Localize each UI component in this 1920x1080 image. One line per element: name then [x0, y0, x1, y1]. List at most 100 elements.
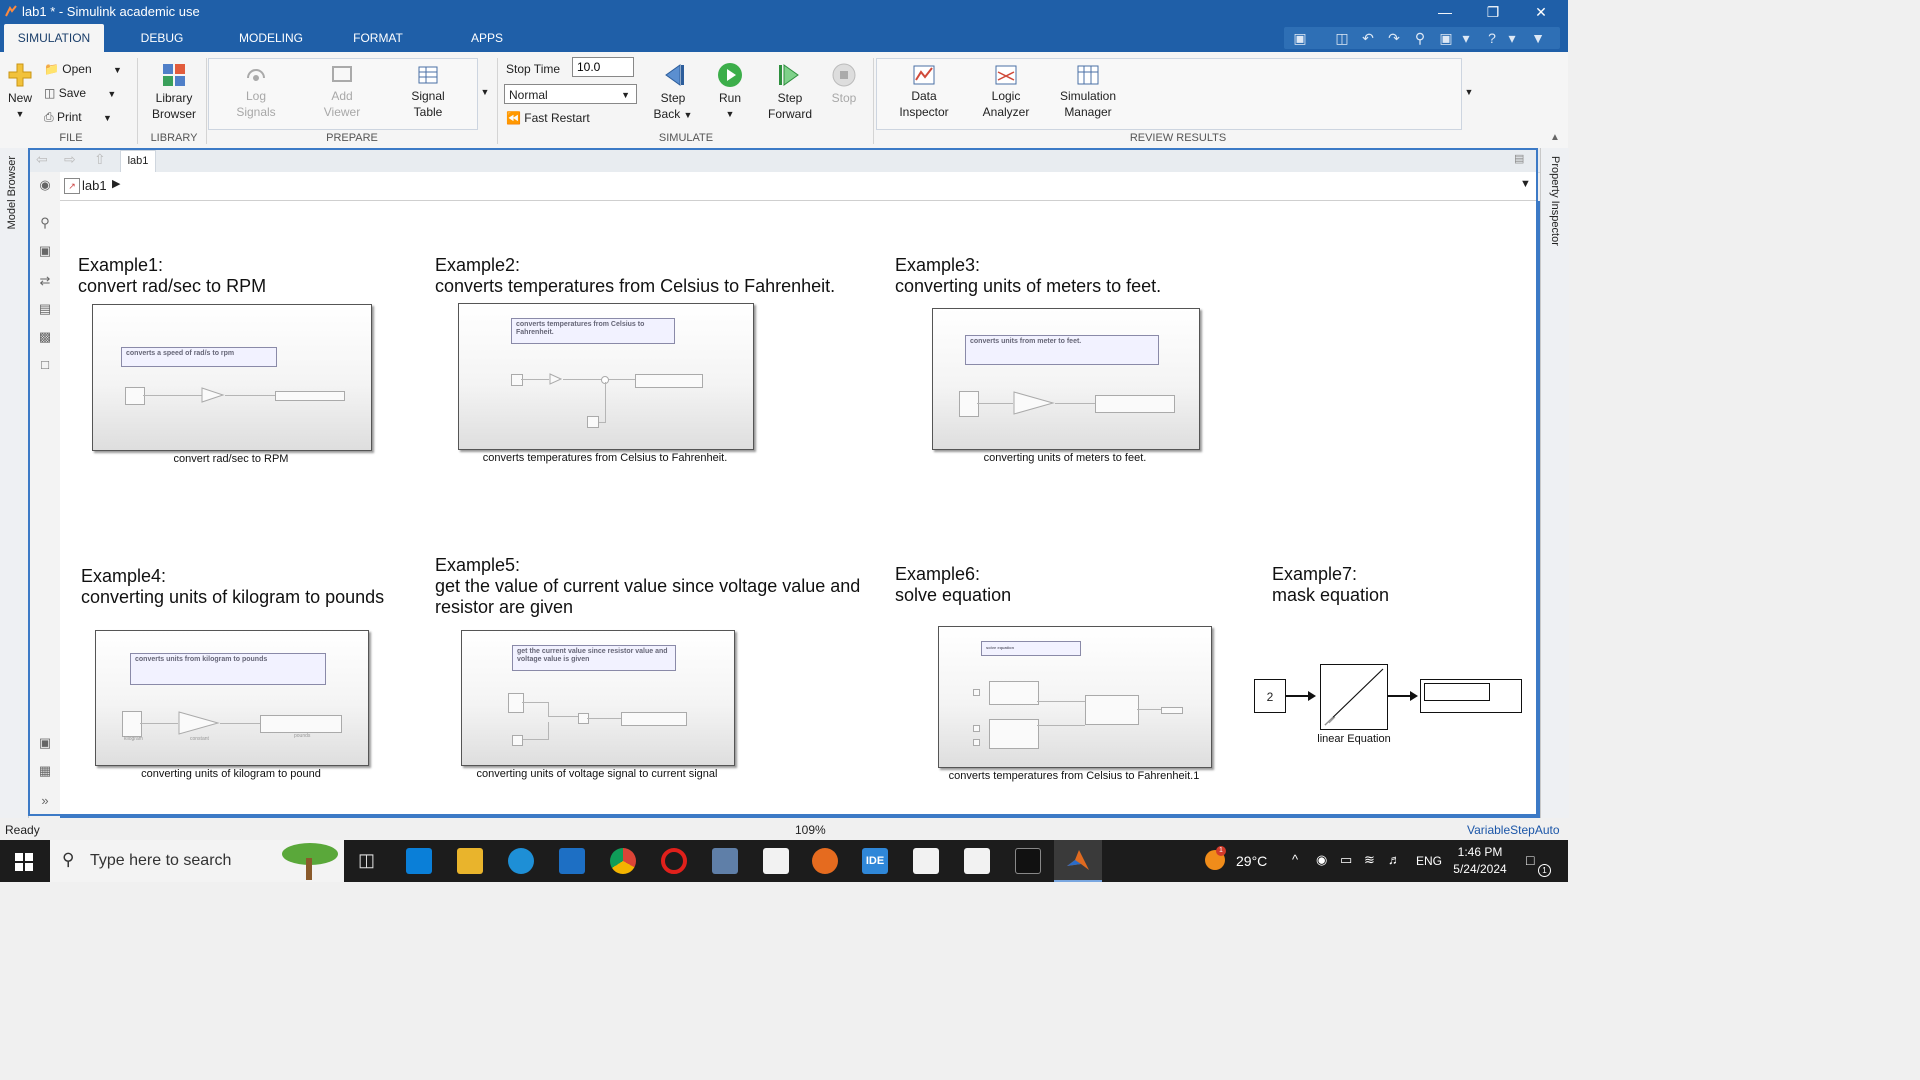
linear-equation-block[interactable]	[1320, 664, 1388, 730]
battery-icon[interactable]: ▭	[1340, 852, 1352, 868]
up-arrow-icon[interactable]: ⇧	[94, 151, 106, 168]
breadcrumb-arrow-icon[interactable]: ▶	[112, 177, 120, 190]
signal-table-button[interactable]: Signal Table	[398, 64, 458, 120]
arrange-icon[interactable]: ⇄	[36, 272, 54, 290]
redo-icon[interactable]: ↷	[1386, 30, 1402, 46]
document-icon[interactable]	[913, 848, 939, 874]
data-inspector-button[interactable]: Data Inspector	[892, 64, 956, 120]
store-icon[interactable]	[406, 848, 432, 874]
tab-simulation[interactable]: SIMULATION	[4, 24, 104, 52]
log-signals-button[interactable]: Log Signals	[226, 64, 286, 120]
fit-view-icon[interactable]: ▣	[36, 242, 54, 260]
fast-restart-icon: ⏪	[506, 111, 521, 125]
restore-button[interactable]: ❐	[1470, 0, 1516, 24]
library-browser-button[interactable]: Library Browser	[146, 62, 202, 122]
tab-format[interactable]: FORMAT	[345, 24, 411, 52]
step-forward-button[interactable]: Step Forward	[762, 62, 818, 122]
add-viewer-button[interactable]: Add Viewer	[312, 64, 372, 120]
print-button[interactable]: ⎙ Print ▼	[44, 108, 112, 126]
chevron-down-icon[interactable]: ▾	[1504, 30, 1520, 46]
prepare-gallery-expand-icon[interactable]: ▼	[478, 84, 492, 100]
language-indicator[interactable]: ENG	[1416, 854, 1442, 868]
tab-modeling[interactable]: MODELING	[232, 24, 310, 52]
ide-icon[interactable]: IDE	[862, 848, 888, 874]
opera-icon[interactable]	[661, 848, 687, 874]
hide-explorer-icon[interactable]: ◉	[36, 176, 54, 194]
weather-temperature[interactable]: 29°C	[1236, 853, 1267, 869]
tab-debug[interactable]: DEBUG	[130, 24, 194, 52]
model-canvas[interactable]: Example1: convert rad/sec to RPM convert…	[60, 201, 1540, 818]
image-icon[interactable]: ▩	[36, 328, 54, 346]
run-button[interactable]: Run ▼	[706, 62, 754, 122]
taskbar-search[interactable]: ⚲ Type here to search	[50, 840, 344, 882]
media-icon[interactable]	[812, 848, 838, 874]
volume-icon[interactable]: ♬	[1388, 852, 1401, 867]
terminal-icon[interactable]	[1015, 848, 1041, 874]
search-icon[interactable]: ⚲	[1412, 30, 1428, 46]
subsystem-block[interactable]: converts temperatures from Celsius to Fa…	[458, 303, 754, 450]
monitor-icon[interactable]: ▣	[1292, 30, 1308, 46]
find-icon[interactable]: ▣	[1438, 30, 1454, 46]
close-button[interactable]: ✕	[1518, 0, 1564, 24]
zoom-icon[interactable]: ⚲	[36, 214, 54, 232]
edge-icon[interactable]	[508, 848, 534, 874]
document-icon[interactable]	[763, 848, 789, 874]
document-icon[interactable]	[964, 848, 990, 874]
collapse-toolstrip-icon[interactable]: ▲	[1548, 130, 1562, 146]
constant-block[interactable]: 2	[1254, 679, 1286, 713]
model-browser-tab[interactable]: Model Browser	[6, 156, 18, 229]
subsystem-block[interactable]: solve equation	[938, 626, 1212, 768]
review-gallery-expand-icon[interactable]: ▼	[1462, 84, 1476, 100]
simulation-mode-select[interactable]: Normal ▼	[504, 84, 637, 104]
step-back-button[interactable]: Step Back ▼	[648, 62, 698, 123]
matlab-taskbar-button[interactable]	[1054, 840, 1102, 882]
expand-palette-icon[interactable]: »	[36, 792, 54, 810]
minimize-button[interactable]: —	[1422, 0, 1468, 24]
windows-start-icon[interactable]	[15, 853, 33, 871]
solver-link[interactable]: VariableStepAuto	[1467, 823, 1560, 837]
meet-icon[interactable]: ◉	[1316, 852, 1327, 868]
new-button[interactable]: New ▼	[4, 62, 36, 122]
task-view-icon[interactable]: ◫	[358, 850, 375, 871]
display-block[interactable]	[1420, 679, 1522, 713]
table-label: Table	[413, 105, 443, 119]
remote-desktop-icon[interactable]	[712, 848, 738, 874]
mail-icon[interactable]	[559, 848, 585, 874]
help-icon[interactable]: ?	[1484, 30, 1500, 46]
subsystem-block[interactable]: converts units from meter to feet.	[932, 308, 1200, 450]
breadcrumb[interactable]: lab1	[82, 178, 107, 193]
subsystem-block[interactable]: converts a speed of rad/s to rpm	[92, 304, 372, 451]
stop-time-input[interactable]	[572, 57, 634, 77]
chevron-down-icon[interactable]: ▼	[1520, 178, 1531, 190]
subsystem-block[interactable]: get the current value since resistor val…	[461, 630, 735, 766]
fast-restart-toggle[interactable]: ⏪ Fast Restart	[506, 109, 590, 127]
undo-icon[interactable]: ↶	[1360, 30, 1376, 46]
property-inspector-tab[interactable]: Property Inspector	[1549, 156, 1561, 246]
chrome-icon[interactable]	[610, 848, 636, 874]
screenshot-icon[interactable]: ▣	[36, 734, 54, 752]
stop-button[interactable]: Stop	[824, 62, 864, 106]
explorer-bar-icon[interactable]: ▤	[1514, 152, 1524, 165]
model-data-icon[interactable]: ▦	[36, 762, 54, 780]
save-icon[interactable]: ◫	[1334, 30, 1350, 46]
clock[interactable]: 1:46 PM 5/24/2024	[1448, 844, 1512, 878]
subsystem-annotation: get the current value since resistor val…	[512, 645, 676, 671]
collapse-icon[interactable]: ▼	[1530, 30, 1546, 46]
tab-lab1[interactable]: lab1	[120, 150, 156, 173]
file-explorer-icon[interactable]	[457, 848, 483, 874]
chevron-up-icon[interactable]: ^	[1292, 852, 1298, 867]
area-icon[interactable]: □	[36, 356, 54, 374]
save-button[interactable]: ◫ Save ▼	[44, 84, 116, 102]
back-arrow-icon[interactable]: ⇦	[36, 151, 48, 168]
zoom-level[interactable]: 109%	[795, 823, 826, 837]
open-button[interactable]: 📁 Open ▼	[44, 60, 122, 78]
subsystem-block[interactable]: converts units from kilogram to pounds k…	[95, 630, 369, 766]
forward-arrow-icon[interactable]: ⇨	[64, 151, 76, 168]
simulation-manager-button[interactable]: Simulation Manager	[1052, 64, 1124, 120]
chevron-down-icon[interactable]: ▾	[1458, 30, 1474, 46]
logic-analyzer-button[interactable]: Logic Analyzer	[974, 64, 1038, 120]
notification-icon[interactable]: □	[1526, 852, 1534, 868]
wifi-icon[interactable]: ≋	[1364, 852, 1375, 868]
tab-apps[interactable]: APPS	[462, 24, 512, 52]
annotation-icon[interactable]: ▤	[36, 300, 54, 318]
